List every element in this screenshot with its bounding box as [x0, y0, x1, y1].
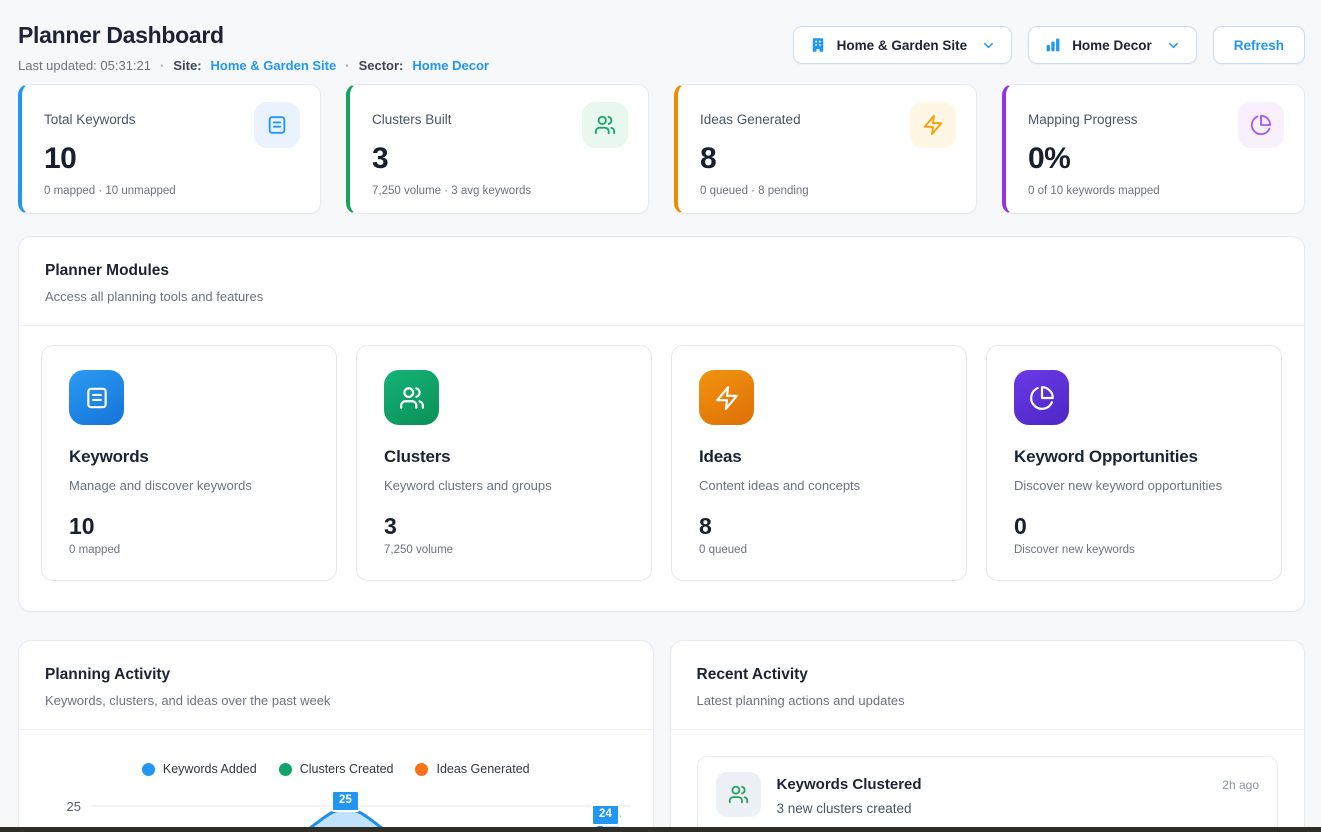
sector-selector-label: Home Decor	[1072, 38, 1152, 53]
module-description: Discover new keyword opportunities	[1014, 478, 1254, 493]
stat-subtext: 0 mapped · 10 unmapped	[44, 185, 300, 197]
activity-item-description: 3 new clusters created	[777, 801, 1260, 816]
chevron-down-icon	[981, 38, 996, 53]
modules-grid: Keywords Manage and discover keywords 10…	[19, 326, 1304, 611]
stat-subtext: 7,250 volume · 3 avg keywords	[372, 185, 628, 197]
module-title: Keyword Opportunities	[1014, 447, 1254, 467]
planning-activity-title: Planning Activity	[45, 666, 627, 684]
module-description: Content ideas and concepts	[699, 478, 939, 493]
stat-card-clusters-built: Clusters Built 3 7,250 volume · 3 avg ke…	[346, 84, 649, 214]
module-description: Keyword clusters and groups	[384, 478, 624, 493]
legend-dot-blue	[142, 763, 155, 776]
planning-activity-section: Planning Activity Keywords, clusters, an…	[18, 640, 654, 832]
stat-card-total-keywords: Total Keywords 10 0 mapped · 10 unmapped	[18, 84, 321, 214]
module-subtext: 7,250 volume	[384, 544, 624, 556]
legend-item-ideas-generated: Ideas Generated	[415, 762, 529, 776]
header-left: Planner Dashboard Last updated: 05:31:21…	[18, 22, 489, 73]
module-subtext: 0 queued	[699, 544, 939, 556]
stat-label: Clusters Built	[372, 112, 452, 127]
zap-icon	[699, 370, 754, 425]
activity-item-title: Keywords Clustered	[777, 776, 922, 793]
module-title: Clusters	[384, 447, 624, 467]
meta-separator: ·	[345, 58, 349, 73]
legend-label: Ideas Generated	[436, 762, 529, 776]
site-label: Site:	[173, 58, 201, 73]
modules-section-subtitle: Access all planning tools and features	[45, 289, 1278, 304]
legend-item-keywords-added: Keywords Added	[142, 762, 257, 776]
refresh-button[interactable]: Refresh	[1213, 26, 1305, 64]
building-icon	[809, 36, 827, 54]
sector-label: Sector:	[359, 58, 404, 73]
site-link[interactable]: Home & Garden Site	[211, 58, 337, 73]
legend-dot-orange	[415, 763, 428, 776]
recent-activity-title: Recent Activity	[697, 666, 1279, 684]
recent-activity-section: Recent Activity Latest planning actions …	[670, 640, 1306, 832]
legend-label: Keywords Added	[163, 762, 257, 776]
area-chart-canvas: 25 25 24	[19, 785, 653, 832]
page-title: Planner Dashboard	[18, 22, 489, 49]
data-point-label: 24	[591, 804, 620, 826]
planning-activity-subtitle: Keywords, clusters, and ideas over the p…	[45, 693, 627, 708]
pie-chart-icon	[1014, 370, 1069, 425]
site-selector-dropdown[interactable]: Home & Garden Site	[793, 26, 1013, 64]
stat-subtext: 0 queued · 8 pending	[700, 185, 956, 197]
document-icon	[254, 102, 300, 148]
header: Planner Dashboard Last updated: 05:31:21…	[18, 0, 1305, 73]
bottom-edge-bar	[0, 827, 1321, 832]
legend-label: Clusters Created	[300, 762, 394, 776]
legend-item-clusters-created: Clusters Created	[279, 762, 394, 776]
module-card-keywords[interactable]: Keywords Manage and discover keywords 10…	[41, 345, 337, 581]
activity-item-time: 2h ago	[1222, 778, 1259, 792]
modules-section-title: Planner Modules	[45, 262, 1278, 280]
module-card-clusters[interactable]: Clusters Keyword clusters and groups 3 7…	[356, 345, 652, 581]
bar-chart-icon	[1044, 36, 1062, 54]
module-value: 8	[699, 513, 939, 540]
stat-label: Mapping Progress	[1028, 112, 1138, 127]
recent-activity-subtitle: Latest planning actions and updates	[697, 693, 1279, 708]
sector-link[interactable]: Home Decor	[412, 58, 489, 73]
document-icon	[69, 370, 124, 425]
activity-chart: Keywords Added Clusters Created Ideas Ge…	[19, 730, 653, 832]
sector-selector-dropdown[interactable]: Home Decor	[1028, 26, 1197, 64]
chevron-down-icon	[1166, 38, 1181, 53]
stat-label: Ideas Generated	[700, 112, 801, 127]
pie-chart-icon	[1238, 102, 1284, 148]
bottom-row: Planning Activity Keywords, clusters, an…	[18, 640, 1305, 832]
module-title: Keywords	[69, 447, 309, 467]
planner-modules-section: Planner Modules Access all planning tool…	[18, 236, 1305, 612]
stat-label: Total Keywords	[44, 112, 136, 127]
module-title: Ideas	[699, 447, 939, 467]
users-icon	[716, 772, 761, 817]
last-updated-text: Last updated: 05:31:21	[18, 58, 151, 73]
module-description: Manage and discover keywords	[69, 478, 309, 493]
activity-item-keywords-clustered[interactable]: Keywords Clustered 2h ago 3 new clusters…	[697, 756, 1279, 832]
header-controls: Home & Garden Site Home Decor Refresh	[793, 26, 1305, 64]
stat-subtext: 0 of 10 keywords mapped	[1028, 185, 1284, 197]
legend-dot-green	[279, 763, 292, 776]
stat-card-ideas-generated: Ideas Generated 8 0 queued · 8 pending	[674, 84, 977, 214]
data-point-label: 25	[331, 790, 360, 812]
module-card-ideas[interactable]: Ideas Content ideas and concepts 8 0 que…	[671, 345, 967, 581]
module-subtext: Discover new keywords	[1014, 544, 1254, 556]
site-selector-label: Home & Garden Site	[837, 38, 968, 53]
chart-legend: Keywords Added Clusters Created Ideas Ge…	[19, 762, 653, 776]
meta-separator: ·	[160, 58, 164, 73]
y-axis-tick: 25	[67, 799, 81, 814]
module-value: 3	[384, 513, 624, 540]
stat-cards-row: Total Keywords 10 0 mapped · 10 unmapped…	[18, 84, 1305, 214]
header-meta: Last updated: 05:31:21 · Site: Home & Ga…	[18, 58, 489, 73]
planner-dashboard-page: Planner Dashboard Last updated: 05:31:21…	[0, 0, 1321, 832]
users-icon	[582, 102, 628, 148]
module-subtext: 0 mapped	[69, 544, 309, 556]
module-value: 10	[69, 513, 309, 540]
zap-icon	[910, 102, 956, 148]
stat-card-mapping-progress: Mapping Progress 0% 0 of 10 keywords map…	[1002, 84, 1305, 214]
module-card-keyword-opportunities[interactable]: Keyword Opportunities Discover new keywo…	[986, 345, 1282, 581]
users-icon	[384, 370, 439, 425]
module-value: 0	[1014, 513, 1254, 540]
